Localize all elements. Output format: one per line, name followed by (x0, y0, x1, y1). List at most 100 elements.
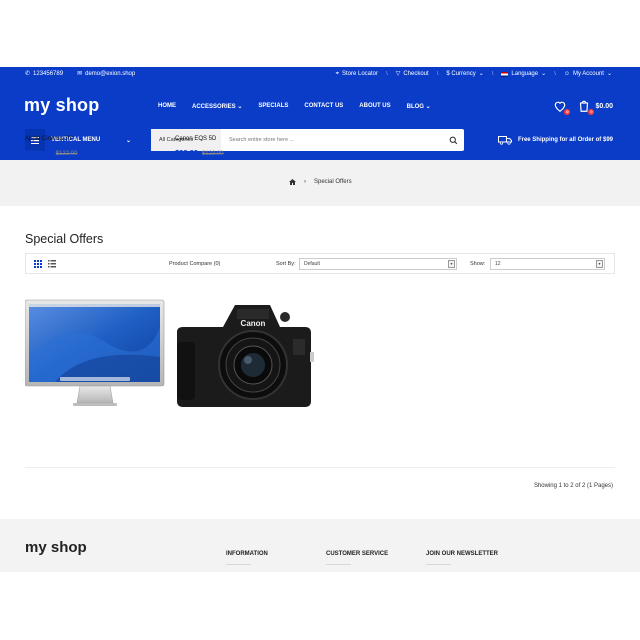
breadcrumb: › Special Offers (289, 179, 352, 185)
truck-icon (497, 136, 512, 145)
top-bar: ✆ 123456789 ✉ demo@exion.shop ⌖ Store Lo… (0, 67, 640, 83)
site-logo[interactable]: my shop (24, 95, 99, 116)
store-locator-link[interactable]: ⌖ Store Locator (336, 71, 378, 77)
cart-button[interactable]: 0 $0.00 (577, 99, 613, 115)
language-label: Language (511, 71, 539, 77)
page-title: Special Offers (25, 232, 104, 246)
separator: \ (554, 71, 556, 77)
email-text: demo@exion.shop (85, 71, 136, 77)
phone-link[interactable]: ✆ 123456789 (25, 71, 63, 77)
show-label: Show: (470, 261, 486, 267)
divider (25, 467, 615, 468)
breadcrumb-bar: › Special Offers (0, 160, 640, 206)
footer-customer-service-heading: CUSTOMER SERVICE (326, 551, 389, 557)
search-icon (449, 136, 457, 144)
price-old: $122.00 (55, 151, 78, 157)
shipping-text: Free Shipping for all Order of $99 (517, 137, 613, 143)
home-icon[interactable] (289, 179, 296, 185)
sort-select-value: Default (304, 261, 320, 267)
nav-home[interactable]: HOME (158, 103, 176, 110)
chevron-down-icon: ⌄ (237, 104, 243, 110)
cart-total: $0.00 (595, 102, 613, 110)
view-toggle (34, 260, 56, 268)
store-locator-label: Store Locator (342, 71, 379, 77)
product-compare-link[interactable]: Product Compare (0) (169, 261, 220, 267)
breadcrumb-current[interactable]: Special Offers (314, 179, 352, 185)
checkout-link[interactable]: ▽ Checkout (396, 71, 429, 77)
search-button[interactable] (442, 136, 464, 145)
currency-dropdown[interactable]: $ Currency ⌄ (446, 71, 483, 77)
account-dropdown[interactable]: ☺ My Account ⌄ (564, 71, 612, 77)
pagination-summary: Showing 1 to 2 of 2 (1 Pages) (533, 483, 613, 489)
divider (226, 564, 251, 565)
email-link[interactable]: ✉ demo@exion.shop (77, 71, 135, 77)
product-image-camera[interactable]: Canon (175, 297, 315, 413)
product-card: Canon (175, 297, 315, 413)
nav-accessories-label: ACCESSORIES (192, 104, 236, 110)
chevron-down-icon: ⌄ (125, 137, 131, 144)
flag-icon (501, 71, 509, 77)
page: ✆ 123456789 ✉ demo@exion.shop ⌖ Store Lo… (0, 0, 640, 640)
footer-newsletter-heading: JOIN OUR NEWSLETTER (426, 551, 499, 557)
product-name[interactable]: Canon EOS 5D (175, 136, 216, 142)
nav-blog-label: BLOG (406, 104, 424, 110)
separator: \ (386, 71, 388, 77)
cart-count-badge: 0 (588, 109, 595, 115)
phone-icon: ✆ (25, 71, 31, 77)
product-image-monitor[interactable] (24, 297, 165, 413)
cart-icon-wrap: 0 (577, 99, 595, 115)
camera-image: Canon (177, 305, 314, 407)
show-select-value: 12 (495, 261, 501, 267)
account-label: My Account (572, 71, 604, 77)
price-current: $110.00 (25, 148, 52, 157)
select-arrow-icon: ▾ (448, 260, 455, 268)
sort-select[interactable]: Default ▾ (299, 258, 457, 270)
checkout-label: Checkout (403, 71, 429, 77)
footer: my shop INFORMATION CUSTOMER SERVICE JOI… (0, 519, 640, 572)
main-nav: HOME ACCESSORIES ⌄ SPECIALS CONTACT US A… (158, 103, 431, 110)
divider (326, 564, 351, 565)
svg-text:Canon: Canon (241, 319, 266, 328)
nav-about[interactable]: ABOUT US (359, 103, 390, 110)
product-toolbar: Product Compare (0) Sort By: Default ▾ S… (25, 253, 615, 274)
header: my shop HOME ACCESSORIES ⌄ SPECIALS CONT… (0, 83, 640, 160)
free-shipping-notice: Free Shipping for all Order of $99 (497, 135, 613, 145)
language-dropdown[interactable]: Language ⌄ (501, 71, 546, 77)
user-icon: ☺ (563, 71, 570, 77)
chevron-down-icon: ⌄ (425, 104, 431, 110)
select-arrow-icon: ▾ (596, 260, 603, 268)
mail-icon: ✉ (77, 71, 83, 77)
chevron-right-icon: › (304, 179, 306, 185)
chevron-down-icon: ⌄ (606, 71, 612, 77)
product-name[interactable]: Apple Cinema 30" (25, 136, 73, 142)
header-icons: 0 0 $0.00 (553, 99, 613, 115)
product-price: $98.00 $122.00 (175, 148, 224, 157)
nav-accessories[interactable]: ACCESSORIES ⌄ (192, 103, 242, 110)
currency-label: $ Currency (446, 71, 476, 77)
footer-logo[interactable]: my shop (25, 539, 87, 556)
wishlist-button[interactable]: 0 (553, 99, 571, 115)
map-pin-icon: ⌖ (335, 71, 339, 77)
filter-icon: ▽ (395, 71, 401, 77)
nav-blog[interactable]: BLOG ⌄ (407, 103, 431, 110)
phone-text: 123456789 (33, 71, 64, 77)
price-old: $122.00 (201, 151, 224, 157)
separator: \ (491, 71, 494, 77)
grid-view-icon[interactable] (34, 260, 42, 268)
price-current: $98.00 (175, 148, 198, 157)
monitor-image (24, 299, 165, 406)
show-select[interactable]: 12 ▾ (490, 258, 605, 270)
chevron-down-icon: ⌄ (478, 71, 484, 77)
nav-contact[interactable]: CONTACT US (304, 103, 343, 110)
wishlist-count-badge: 0 (564, 109, 571, 115)
separator: \ (436, 71, 439, 77)
product-card (24, 297, 165, 413)
search-input[interactable] (221, 137, 442, 143)
product-price: $110.00 $122.00 (25, 148, 77, 157)
list-view-icon[interactable] (48, 260, 56, 268)
footer-information-heading: INFORMATION (226, 551, 268, 557)
nav-specials[interactable]: SPECIALS (258, 103, 288, 110)
divider (426, 564, 451, 565)
sort-label: Sort By: (276, 261, 296, 267)
chevron-down-icon: ⌄ (541, 71, 547, 77)
